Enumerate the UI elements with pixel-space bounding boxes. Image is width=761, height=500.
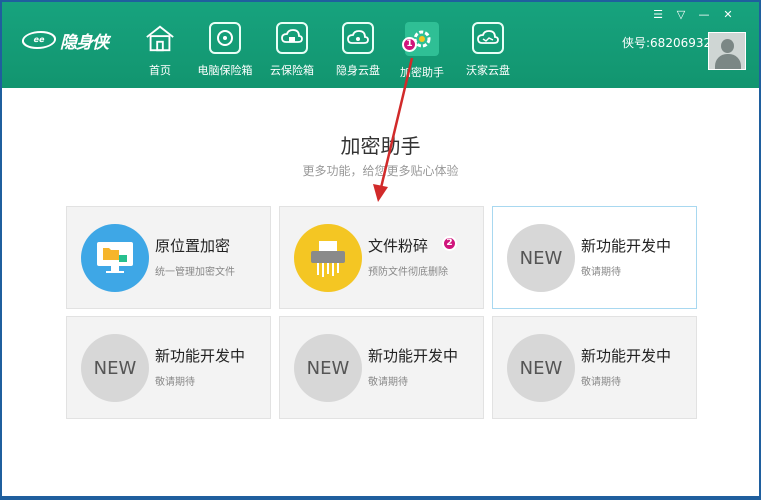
dropdown-icon[interactable]: ▽ — [672, 8, 690, 22]
card-title: 新功能开发中 — [581, 347, 672, 365]
card-new-feature[interactable]: NEW 新功能开发中 敬请期待 — [279, 316, 484, 419]
card-title: 原位置加密 — [155, 237, 231, 255]
new-badge-circle: NEW — [507, 224, 575, 292]
card-title: 文件粉碎 — [368, 237, 429, 255]
safe-icon — [209, 22, 241, 54]
cloud-safe-icon — [276, 22, 308, 54]
page-subtitle: 更多功能，给您更多贴心体验 — [302, 164, 459, 178]
new-badge-circle: NEW — [507, 334, 575, 402]
wo-cloud-icon — [472, 22, 504, 54]
home-icon — [144, 22, 176, 54]
nav-home[interactable]: 首页 — [128, 22, 192, 82]
card-title: 新功能开发中 — [155, 347, 246, 365]
nav-encrypt-assistant[interactable]: 加密助手 — [390, 22, 454, 82]
shredder-icon — [294, 224, 362, 292]
app-logo: ee 隐身侠 — [20, 28, 112, 53]
nav-cloud-disk-label: 隐身云盘 — [336, 64, 380, 77]
monitor-folder-icon — [81, 224, 149, 292]
card-subtitle: 敬请期待 — [581, 267, 621, 278]
logo-text: 隐身侠 — [60, 32, 109, 53]
avatar-body — [715, 54, 741, 69]
card-subtitle: 敬请期待 — [155, 377, 195, 388]
minimize-icon[interactable]: — — [695, 8, 713, 22]
card-title: 新功能开发中 — [368, 347, 459, 365]
close-icon[interactable]: ✕ — [719, 8, 737, 22]
avatar-head — [721, 39, 734, 53]
nav-encrypt-assistant-label: 加密助手 — [400, 66, 444, 79]
card-new-feature[interactable]: NEW 新功能开发中 敬请期待 — [66, 316, 271, 419]
card-title: 新功能开发中 — [581, 237, 672, 255]
app-window: ee 隐身侠 首页 电脑保险箱 云保险箱 隐身云盘 加密助手 沃家云盘 1 ☰ … — [2, 2, 759, 496]
card-subtitle: 敬请期待 — [368, 377, 408, 388]
cloud-disk-icon — [342, 22, 374, 54]
header-bar: ee 隐身侠 首页 电脑保险箱 云保险箱 隐身云盘 加密助手 沃家云盘 1 ☰ … — [2, 2, 759, 88]
menu-icon[interactable]: ☰ — [649, 8, 667, 22]
user-id-label: 侠号:68206932 — [622, 36, 712, 50]
page-title: 加密助手 — [340, 134, 421, 158]
nav-pc-safe[interactable]: 电脑保险箱 — [193, 22, 257, 82]
new-badge-circle: NEW — [294, 334, 362, 402]
annotation-badge-2: 2 — [442, 236, 457, 251]
card-subtitle: 预防文件彻底删除 — [368, 267, 448, 278]
avatar[interactable] — [708, 32, 746, 70]
logo-mark-icon: ee — [20, 31, 58, 49]
card-subtitle: 统一管理加密文件 — [155, 267, 235, 278]
card-in-place-encrypt[interactable]: 原位置加密 统一管理加密文件 — [66, 206, 271, 309]
card-subtitle: 敬请期待 — [581, 377, 621, 388]
nav-wo-cloud-label: 沃家云盘 — [466, 64, 510, 77]
card-new-feature[interactable]: NEW 新功能开发中 敬请期待 — [492, 316, 697, 419]
nav-cloud-disk[interactable]: 隐身云盘 — [326, 22, 390, 82]
new-badge-circle: NEW — [81, 334, 149, 402]
nav-cloud-safe-label: 云保险箱 — [270, 64, 314, 77]
nav-home-label: 首页 — [149, 64, 171, 77]
nav-cloud-safe[interactable]: 云保险箱 — [260, 22, 324, 82]
annotation-badge-1: 1 — [402, 37, 417, 52]
card-file-shred[interactable]: 文件粉碎 预防文件彻底删除 2 — [279, 206, 484, 309]
card-new-feature[interactable]: NEW 新功能开发中 敬请期待 — [492, 206, 697, 309]
nav-pc-safe-label: 电脑保险箱 — [197, 64, 253, 77]
nav-wo-cloud[interactable]: 沃家云盘 — [456, 22, 520, 82]
